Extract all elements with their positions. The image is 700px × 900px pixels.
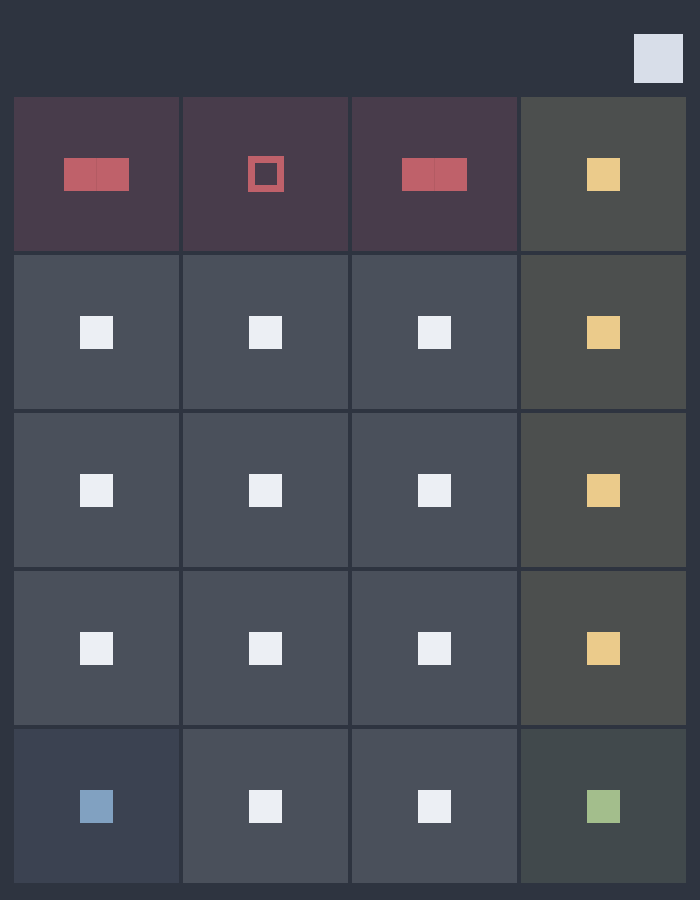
square-icon [418, 473, 451, 507]
wide-bar-icon [402, 157, 467, 191]
number-key-0[interactable] [183, 729, 348, 883]
square-icon [249, 473, 282, 507]
function-key-3[interactable] [352, 97, 517, 251]
square-icon [80, 473, 113, 507]
special-key-1[interactable] [14, 729, 179, 883]
square-icon [249, 789, 282, 823]
number-key-1[interactable] [14, 255, 179, 409]
square-icon [80, 789, 113, 823]
wide-bar-icon [64, 157, 129, 191]
calculator-app [0, 0, 700, 900]
function-key-1[interactable] [14, 97, 179, 251]
top-action-square-icon[interactable] [634, 34, 683, 83]
display-bar [0, 0, 700, 96]
operator-key-2[interactable] [521, 255, 686, 409]
number-key-10[interactable] [352, 729, 517, 883]
operator-key-1[interactable] [521, 97, 686, 251]
outlined-square-icon [247, 156, 284, 192]
square-icon [249, 631, 282, 665]
number-key-9[interactable] [352, 571, 517, 725]
operator-key-4[interactable] [521, 571, 686, 725]
square-icon [587, 157, 620, 191]
number-key-5[interactable] [183, 413, 348, 567]
square-icon [587, 631, 620, 665]
number-key-7[interactable] [14, 571, 179, 725]
square-icon [80, 631, 113, 665]
operator-key-3[interactable] [521, 413, 686, 567]
equals-key[interactable] [521, 729, 686, 883]
square-icon [587, 789, 620, 823]
square-icon [587, 473, 620, 507]
square-icon [418, 631, 451, 665]
number-key-2[interactable] [183, 255, 348, 409]
number-key-3[interactable] [352, 255, 517, 409]
number-key-8[interactable] [183, 571, 348, 725]
keypad-grid [14, 97, 686, 886]
square-icon [418, 315, 451, 349]
number-key-6[interactable] [352, 413, 517, 567]
square-icon [418, 789, 451, 823]
square-icon [587, 315, 620, 349]
function-key-2[interactable] [183, 97, 348, 251]
number-key-4[interactable] [14, 413, 179, 567]
square-icon [80, 315, 113, 349]
square-icon [249, 315, 282, 349]
